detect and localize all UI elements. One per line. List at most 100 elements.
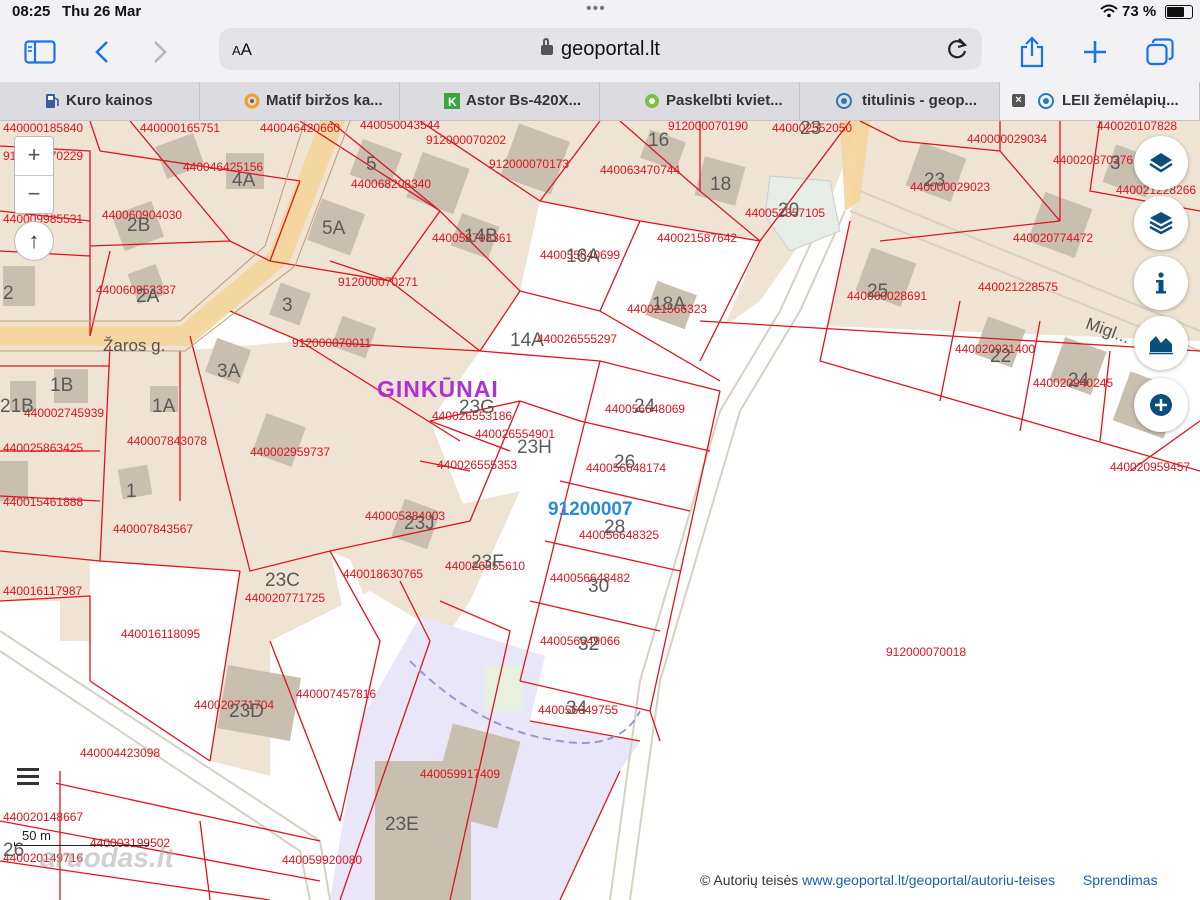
zoom-in-button[interactable]: + (15, 137, 53, 176)
house-number-label: 34 (566, 698, 588, 719)
map-footer: © Autorių teisės www.geoportal.lt/geopor… (700, 872, 1158, 888)
parcel-number-label: 440046420660 (260, 121, 341, 135)
house-number-label: 24 (1068, 370, 1090, 391)
house-number-label: 14B (464, 226, 498, 247)
hamburger-menu-icon[interactable] (0, 747, 56, 803)
house-number-label: 23D (229, 701, 264, 722)
status-time: 08:25 (12, 3, 51, 20)
tab-paskelbti[interactable]: Paskelbti kviet... (600, 82, 800, 120)
house-number-label: 3 (282, 295, 293, 316)
layers-icon (1149, 153, 1173, 173)
house-number-label: 23C (265, 570, 300, 591)
parcel-number-label: 440059917409 (420, 767, 501, 781)
back-icon[interactable] (82, 32, 122, 72)
north-arrow-icon[interactable]: ↑ (14, 221, 54, 261)
parcel-number-label: 440020959457 (1110, 460, 1191, 474)
plus-circle-icon (1150, 394, 1172, 416)
map-canvas[interactable]: 440000185840 440000165751 440046420660 4400… (0, 121, 1200, 900)
parcel-number-label: 440002745939 (24, 406, 105, 420)
house-number-label: 30 (588, 576, 610, 597)
layer-stack-icon (1149, 212, 1173, 235)
terrain-profile-button[interactable] (1134, 316, 1188, 370)
house-number-label: 3A (217, 361, 241, 382)
k-icon: K (444, 93, 460, 109)
village-label: GINKŪNAI (377, 376, 499, 402)
status-bar: 08:25 Thu 26 Mar ••• 73 % (0, 0, 1200, 24)
share-icon[interactable] (1012, 32, 1052, 72)
copyright-link[interactable]: www.geoportal.lt/geoportal/autoriu-teise… (802, 872, 1055, 888)
layers-button[interactable] (1134, 136, 1188, 190)
parcel-number-label: 440018630765 (343, 567, 424, 581)
parcel-number-label: 440020870376 (1053, 153, 1134, 167)
parcel-number-label: 440020148667 (3, 810, 84, 824)
house-number-label: 1A (152, 396, 176, 417)
parcel-number-label: 440007843567 (113, 522, 194, 536)
parcel-number-label: 440000029034 (967, 132, 1048, 146)
house-number-label: 5A (322, 218, 346, 239)
scale-bar-line (14, 842, 149, 846)
parcel-number-label: 440004423098 (80, 746, 161, 760)
house-number-label: 23 (924, 170, 946, 191)
geoportal-icon (1038, 93, 1054, 109)
parcel-number-label: 440020107828 (1097, 121, 1178, 133)
parcel-number-label: 440020774472 (1013, 231, 1094, 245)
sunflower-icon (244, 93, 260, 109)
leaf-icon (645, 94, 659, 108)
parcel-number-label: 912000070173 (489, 157, 570, 171)
tab-kuro-kainos[interactable]: Kuro kainos (0, 82, 200, 120)
tab-astor[interactable]: K Astor Bs-420X... (400, 82, 600, 120)
house-number-label: 2B (127, 215, 151, 236)
cadastral-block-label: 91200007 (548, 499, 633, 520)
browser-toolbar: AA geoportal.lt (0, 24, 1200, 82)
sprendimas-link[interactable]: Sprendimas (1083, 872, 1158, 888)
house-number-label: 22 (990, 346, 1012, 367)
house-number-label: 5 (366, 154, 377, 175)
status-date: Thu 26 Mar (62, 3, 142, 20)
reload-icon[interactable] (944, 36, 970, 62)
house-number-label: 23J (404, 513, 435, 534)
tab-leii-active[interactable]: × LEII žemėlapių... (1000, 82, 1200, 120)
tabs-overview-icon[interactable] (1140, 32, 1180, 72)
tab-matif[interactable]: Matif biržos ka... (200, 82, 400, 120)
watermark: aruodas.lt (40, 842, 174, 873)
copyright-text: © Autorių teisės (700, 872, 799, 888)
tab-titulinis[interactable]: titulinis - geop... (800, 82, 1000, 120)
sidebar-icon[interactable] (20, 32, 60, 72)
parcel-number-label: 440050043544 (360, 121, 441, 132)
close-tab-icon[interactable]: × (1012, 94, 1025, 107)
parcel-number-label: 440026555353 (437, 458, 518, 472)
parcel-number-label: 912000070190 (668, 121, 749, 133)
url-host: geoportal.lt (219, 38, 982, 61)
info-icon (1156, 272, 1166, 294)
multitask-dots-icon[interactable]: ••• (586, 0, 606, 18)
house-number-label: 1 (126, 481, 137, 502)
house-number-label: 21B (0, 396, 34, 417)
zoom-out-button[interactable]: − (15, 176, 53, 214)
parcel-number-label: 440016118095 (121, 627, 201, 641)
battery-icon (1165, 5, 1193, 19)
house-number-label: 14A (510, 330, 544, 351)
add-button[interactable] (1134, 378, 1188, 432)
house-number-label: 16 (648, 130, 670, 151)
parcel-number-label: 440016117987 (3, 584, 83, 598)
parcel-number-label: 440000185840 (3, 121, 84, 135)
parcel-number-label: 912000070202 (426, 133, 507, 147)
info-button[interactable] (1134, 256, 1188, 310)
parcel-number-label: 440007843078 (127, 434, 208, 448)
new-tab-icon[interactable] (1075, 32, 1115, 72)
parcel-number-label: 912000070011 (292, 336, 372, 350)
layer-list-button[interactable] (1134, 196, 1188, 250)
parcel-number-label: 440020771725 (245, 591, 326, 605)
house-number-label: 2A (136, 286, 160, 307)
parcel-number-label: 440026555297 (537, 332, 618, 346)
parcel-number-label: 440021587642 (657, 231, 738, 245)
parcel-number-label: 440000029023 (910, 180, 991, 194)
address-bar[interactable]: AA geoportal.lt (219, 28, 982, 70)
parcel-number-label: 912000070271 (338, 275, 419, 289)
house-number-label: 20 (778, 200, 800, 221)
fuel-pump-icon (46, 94, 59, 108)
forward-icon[interactable] (140, 32, 180, 72)
parcel-number-label: 440063470744 (600, 163, 681, 177)
house-number-label: 23E (385, 814, 419, 835)
parcel-number-label: 440007457816 (296, 687, 377, 701)
